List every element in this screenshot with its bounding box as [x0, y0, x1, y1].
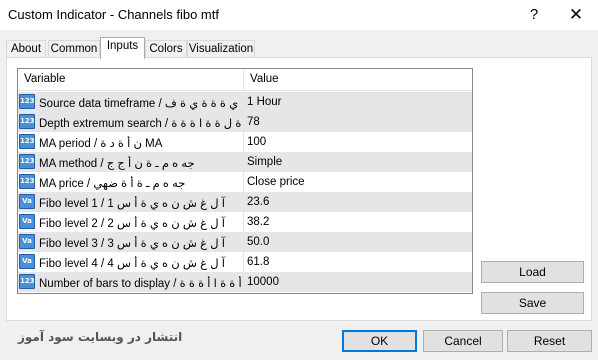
- input-row-ma-method[interactable]: 123 MA method / جه ه م ـ ة ن أ ج ج Simpl…: [18, 152, 472, 172]
- row-variable: Number of bars to display / أ ة ة ا أ ة …: [39, 278, 241, 290]
- row-value[interactable]: 78: [247, 116, 467, 130]
- double-param-icon: Va: [19, 254, 35, 269]
- row-value[interactable]: 10000: [247, 276, 467, 290]
- row-value[interactable]: 1 Hour: [247, 96, 467, 110]
- row-value[interactable]: 38.2: [247, 216, 467, 230]
- double-param-icon: Va: [19, 214, 35, 229]
- input-row-fibo-1[interactable]: Va Fibo level 1 / آ ل غ ش ن ه ي ة أ س 1 …: [18, 192, 472, 212]
- tab-inputs[interactable]: Inputs: [100, 37, 145, 59]
- window-title: Custom Indicator - Channels fibo mtf: [8, 7, 219, 22]
- row-variable: Fibo level 4 / آ ل غ ش ن ه ي ة أ س 4: [39, 258, 225, 270]
- row-variable: MA price / جه ه م ـ ة أ ة ضهي: [39, 178, 186, 190]
- inputs-grid: Variable Value 123 Source data timeframe…: [17, 68, 473, 294]
- help-button[interactable]: ?: [522, 4, 546, 26]
- integer-param-icon: 123: [19, 134, 35, 149]
- input-row-timeframe[interactable]: 123 Source data timeframe / ن أ ِ ي ة ة …: [18, 92, 472, 112]
- close-button[interactable]: ✕: [562, 4, 590, 26]
- grid-header: Variable Value: [18, 69, 472, 91]
- row-value[interactable]: Close price: [247, 176, 467, 190]
- title-bar: Custom Indicator - Channels fibo mtf ? ✕: [0, 0, 598, 30]
- input-row-ma-period[interactable]: 123 MA period / ن أ ة د ة MA 100: [18, 132, 472, 152]
- row-value[interactable]: 23.6: [247, 196, 467, 210]
- ok-button[interactable]: OK: [342, 330, 417, 352]
- watermark-text: انتشار در وبسایت سود آموز: [18, 330, 183, 344]
- save-button[interactable]: Save: [481, 292, 584, 314]
- row-variable: MA method / جه ه م ـ ة ن أ ج ج: [39, 158, 195, 170]
- input-row-bars[interactable]: 123 Number of bars to display / أ ة ة ا …: [18, 272, 472, 292]
- reset-button[interactable]: Reset: [507, 330, 592, 352]
- integer-param-icon: 123: [19, 114, 35, 129]
- row-variable: Fibo level 2 / آ ل غ ش ن ه ي ة أ س 2: [39, 218, 225, 230]
- column-header-value[interactable]: Value: [250, 73, 279, 85]
- tab-about[interactable]: About: [6, 40, 46, 58]
- cancel-button[interactable]: Cancel: [423, 330, 503, 352]
- row-variable: Source data timeframe / ن أ ِ ي ة ة ة ي …: [39, 98, 241, 110]
- tab-colors[interactable]: Colors: [145, 40, 187, 58]
- tab-visualization[interactable]: Visualization: [187, 40, 255, 58]
- row-value[interactable]: Simple: [247, 156, 467, 170]
- row-variable: MA period / ن أ ة د ة MA: [39, 138, 163, 150]
- row-value[interactable]: 100: [247, 136, 467, 150]
- input-row-depth[interactable]: 123 Depth extremum search / ة ة ل ة ة ا …: [18, 112, 472, 132]
- integer-param-icon: 123: [19, 94, 35, 109]
- row-variable: Depth extremum search / ة ة ل ة ة ا ة ة …: [39, 118, 241, 130]
- input-row-fibo-2[interactable]: Va Fibo level 2 / آ ل غ ش ن ه ي ة أ س 2 …: [18, 212, 472, 232]
- double-param-icon: Va: [19, 234, 35, 249]
- row-variable: Fibo level 3 / آ ل غ ش ن ه ي ة أ س 3: [39, 238, 225, 250]
- integer-param-icon: 123: [19, 274, 35, 289]
- column-header-variable[interactable]: Variable: [24, 73, 65, 85]
- row-value[interactable]: 61.8: [247, 256, 467, 270]
- row-variable: Fibo level 1 / آ ل غ ش ن ه ي ة أ س 1: [39, 198, 225, 210]
- row-value[interactable]: 50.0: [247, 236, 467, 250]
- integer-param-icon: 123: [19, 154, 35, 169]
- tab-common[interactable]: Common: [48, 40, 100, 58]
- integer-param-icon: 123: [19, 174, 35, 189]
- input-row-ma-price[interactable]: 123 MA price / جه ه م ـ ة أ ة ضهي Close …: [18, 172, 472, 192]
- input-row-fibo-3[interactable]: Va Fibo level 3 / آ ل غ ش ن ه ي ة أ س 3 …: [18, 232, 472, 252]
- load-button[interactable]: Load: [481, 261, 584, 283]
- double-param-icon: Va: [19, 194, 35, 209]
- input-row-fibo-4[interactable]: Va Fibo level 4 / آ ل غ ش ن ه ي ة أ س 4 …: [18, 252, 472, 272]
